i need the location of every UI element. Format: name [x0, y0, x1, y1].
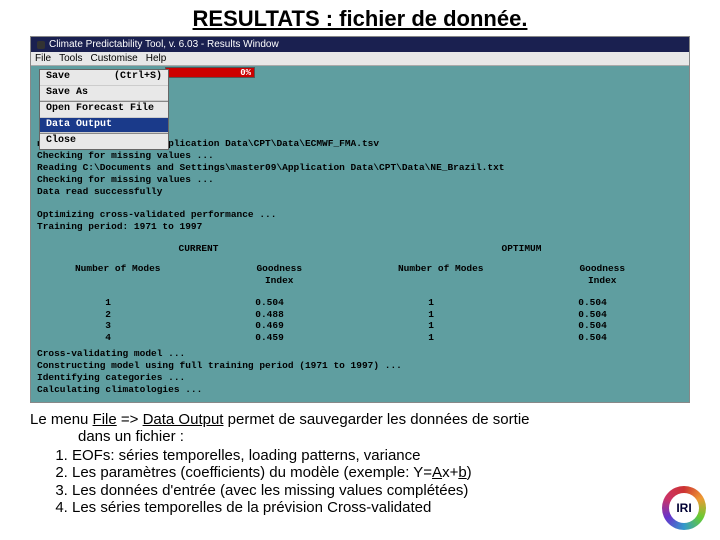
menu-item-label: Data Output — [46, 119, 112, 132]
menu-item-label: Open Forecast File — [46, 103, 154, 116]
t: x+ — [442, 464, 458, 481]
menu-item-close[interactable]: Close — [40, 134, 168, 149]
list-item: Les paramètres (coefficients) du modèle … — [72, 464, 690, 481]
menu-item-save[interactable]: Save (Ctrl+S) — [40, 70, 168, 86]
list-item: EOFs: séries temporelles, loading patter… — [72, 447, 690, 464]
caption-text: dans un fichier : — [78, 428, 184, 445]
cell: 0.504 — [502, 332, 683, 344]
caption-text: => — [117, 411, 143, 428]
menu-item-data-output[interactable]: Data Output — [40, 118, 168, 134]
t: ) — [467, 464, 472, 481]
sub-modes-1: Number of Modes — [37, 263, 199, 287]
menu-item-save-as[interactable]: Save As — [40, 86, 168, 102]
iri-logo: IRI — [662, 486, 706, 530]
cell: 0.459 — [179, 332, 360, 344]
col-optimum: OPTIMUM — [360, 243, 683, 255]
table-row: 10.50410.504 — [37, 297, 683, 309]
data-rows: 10.50410.504 20.48810.504 30.46910.504 4… — [37, 297, 683, 345]
col-current: CURRENT — [37, 243, 360, 255]
table-row: 40.45910.504 — [37, 332, 683, 344]
cell: 0.488 — [179, 309, 360, 321]
system-icon — [37, 41, 45, 49]
cell: 3 — [37, 320, 179, 332]
menu-customise[interactable]: Customise — [90, 53, 137, 64]
menu-help[interactable]: Help — [146, 53, 167, 64]
cell: 1 — [360, 332, 502, 344]
menu-item-label: Close — [46, 135, 76, 148]
t: Les paramètres (coefficients) du modèle … — [72, 464, 432, 481]
app-window: Climate Predictability Tool, v. 6.03 - R… — [30, 36, 690, 403]
caption-list: EOFs: séries temporelles, loading patter… — [72, 447, 690, 516]
file-menu-dropdown: Save (Ctrl+S) Save As Open Forecast File… — [39, 69, 169, 150]
window-title: Climate Predictability Tool, v. 6.03 - R… — [49, 39, 279, 50]
sub-headers: Number of Modes Goodness Index Number of… — [37, 263, 683, 287]
menubar: File Tools Customise Help — [31, 52, 689, 66]
sub-goodness-1: Goodness Index — [199, 263, 361, 287]
u: A — [432, 464, 442, 481]
u: b — [458, 464, 466, 481]
slide-title: RESULTATS : fichier de donnée. — [0, 0, 720, 36]
list-item: Les données d'entrée (avec les missing v… — [72, 482, 690, 499]
results-content: 0% Save (Ctrl+S) Save As Open Forecast F… — [31, 66, 689, 402]
console-output-top: nd Settings\master09\Application Data\CP… — [37, 138, 683, 233]
cell: 2 — [37, 309, 179, 321]
caption-data-output: Data Output — [143, 411, 224, 428]
menu-item-label: Save As — [46, 87, 88, 100]
cell: 1 — [37, 297, 179, 309]
list-item: Les séries temporelles de la prévision C… — [72, 499, 690, 516]
progress-bar: 0% — [165, 67, 255, 78]
column-headers: CURRENT OPTIMUM — [37, 243, 683, 255]
caption-file: File — [93, 411, 117, 428]
table-row: 20.48810.504 — [37, 309, 683, 321]
table-row: 30.46910.504 — [37, 320, 683, 332]
menu-item-open-forecast[interactable]: Open Forecast File — [40, 102, 168, 118]
menu-tools[interactable]: Tools — [59, 53, 82, 64]
cell: 0.504 — [502, 309, 683, 321]
window-titlebar: Climate Predictability Tool, v. 6.03 - R… — [31, 37, 689, 52]
logo-text: IRI — [676, 501, 691, 515]
cell: 0.469 — [179, 320, 360, 332]
caption-text: permet de sauvegarder les données de sor… — [223, 411, 529, 428]
caption-text: Le menu — [30, 411, 93, 428]
cell: 4 — [37, 332, 179, 344]
cell: 1 — [360, 309, 502, 321]
console-output-bottom: Cross-validating model ... Constructing … — [37, 348, 683, 396]
menu-file[interactable]: File — [35, 53, 51, 64]
cell: 1 — [360, 320, 502, 332]
menu-item-shortcut: (Ctrl+S) — [114, 71, 162, 84]
cell: 0.504 — [502, 297, 683, 309]
menu-item-label: Save — [46, 71, 70, 84]
cell: 1 — [360, 297, 502, 309]
cell: 0.504 — [502, 320, 683, 332]
sub-goodness-2: Goodness Index — [522, 263, 684, 287]
cell: 0.504 — [179, 297, 360, 309]
caption-block: Le menu File => Data Output permet de sa… — [30, 411, 690, 517]
sub-modes-2: Number of Modes — [360, 263, 522, 287]
